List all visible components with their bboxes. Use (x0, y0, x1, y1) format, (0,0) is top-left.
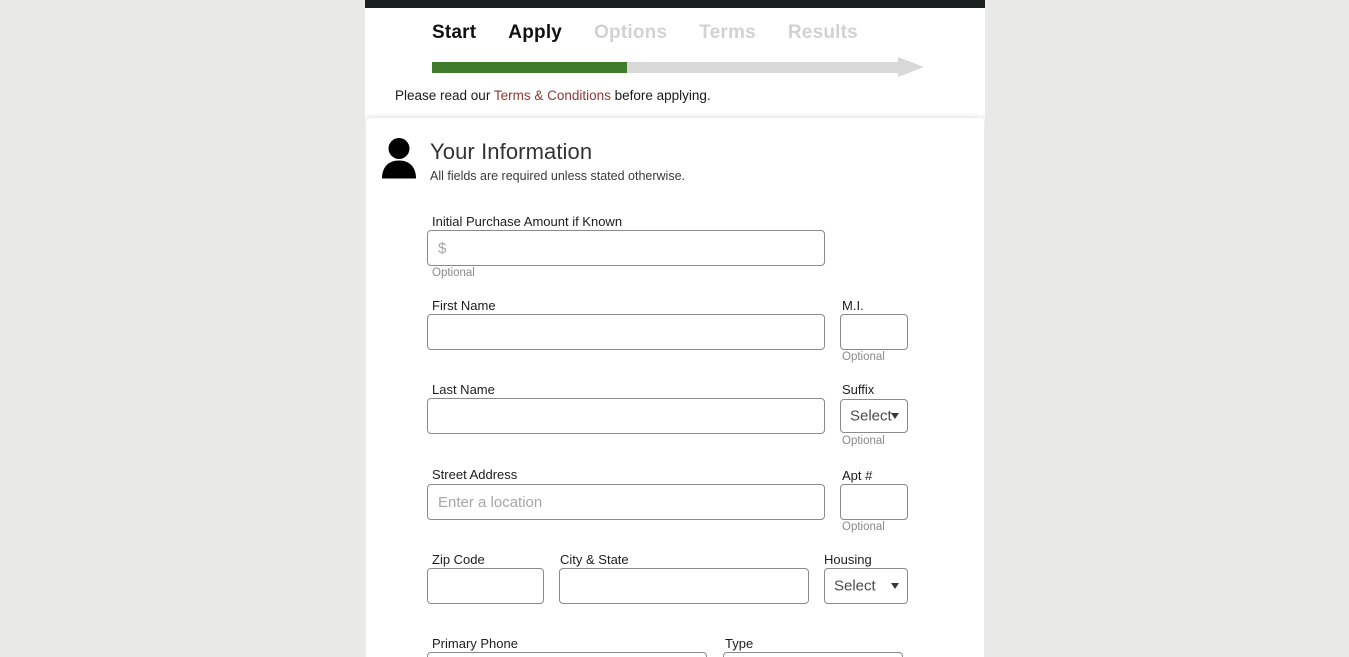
application-page: Start Apply Options Terms Results Please… (365, 0, 985, 657)
chevron-down-icon (891, 413, 899, 419)
first-name-input[interactable] (427, 314, 825, 350)
initial-purchase-input[interactable] (427, 230, 825, 266)
housing-select-value: Select (834, 577, 876, 595)
terms-and-conditions-link[interactable]: Terms & Conditions (494, 88, 611, 103)
progress-arrow-icon (898, 57, 924, 77)
street-address-label: Street Address (432, 467, 518, 482)
first-name-label: First Name (432, 298, 496, 313)
middle-initial-input[interactable] (840, 314, 908, 350)
progress-stepper: Start Apply Options Terms Results (365, 8, 985, 79)
chevron-down-icon (891, 583, 899, 589)
terms-notice-prefix: Please read our (395, 88, 494, 103)
step-terms[interactable]: Terms (699, 22, 756, 44)
primary-phone-label: Primary Phone (432, 636, 518, 651)
zip-code-label: Zip Code (432, 552, 485, 567)
your-information-form: Initial Purchase Amount if Known Optiona… (366, 118, 984, 657)
your-information-card: Your Information All fields are required… (366, 118, 984, 657)
terms-notice-suffix: before applying. (610, 88, 711, 103)
suffix-label: Suffix (842, 382, 875, 397)
housing-label: Housing (824, 552, 872, 567)
progress-fill (432, 62, 627, 73)
suffix-optional-note: Optional (842, 435, 885, 447)
top-dark-bar (365, 0, 985, 8)
apt-number-label: Apt # (842, 468, 873, 483)
last-name-label: Last Name (432, 382, 495, 397)
apt-number-optional-note: Optional (842, 521, 885, 533)
zip-code-input[interactable] (427, 568, 544, 604)
city-state-label: City & State (560, 552, 629, 567)
last-name-input[interactable] (427, 398, 825, 434)
terms-notice: Please read our Terms & Conditions befor… (395, 88, 711, 103)
housing-select[interactable]: Select (824, 568, 908, 604)
suffix-select-value: Select (850, 407, 892, 425)
city-state-input[interactable] (559, 568, 809, 604)
progress-bar (432, 57, 926, 79)
street-address-input[interactable] (427, 484, 825, 520)
initial-purchase-label: Initial Purchase Amount if Known (432, 214, 623, 229)
step-results[interactable]: Results (788, 22, 858, 44)
middle-initial-optional-note: Optional (842, 351, 885, 363)
step-apply[interactable]: Apply (508, 22, 562, 44)
apt-number-input[interactable] (840, 484, 908, 520)
middle-initial-label: M.I. (842, 298, 864, 313)
suffix-select[interactable]: Select (840, 399, 908, 433)
phone-type-label: Type (725, 636, 754, 651)
phone-type-input[interactable] (723, 652, 903, 657)
stepper-labels: Start Apply Options Terms Results (365, 22, 985, 44)
step-options[interactable]: Options (594, 22, 667, 44)
primary-phone-input[interactable] (427, 652, 707, 657)
initial-purchase-optional-note: Optional (432, 267, 475, 279)
step-start[interactable]: Start (432, 22, 476, 44)
